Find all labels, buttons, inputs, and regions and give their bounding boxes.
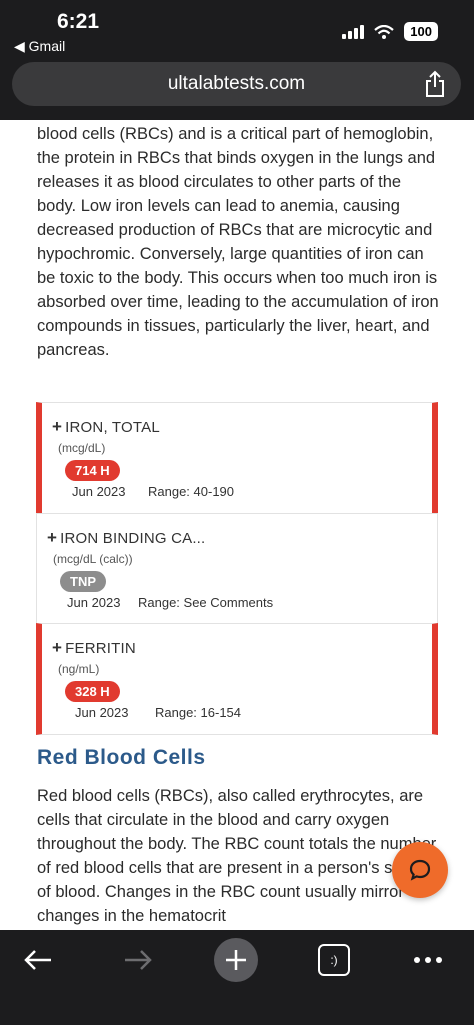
expand-icon[interactable]: + <box>52 417 62 436</box>
back-arrow-icon <box>24 950 51 970</box>
wifi-icon <box>374 24 395 39</box>
result-card-iron-binding[interactable]: + IRON BINDING CA... (mcg/dL (calc)) TNP … <box>36 513 438 625</box>
result-card-iron-total[interactable]: + IRON, TOTAL (mcg/dL) 714 H Jun 2023 Ran… <box>36 402 438 514</box>
result-name: IRON, TOTAL <box>65 419 160 436</box>
back-to-app-link[interactable]: ◀ Gmail <box>14 38 65 55</box>
forward-button[interactable] <box>118 940 158 980</box>
page-content[interactable]: blood cells (RBCs) and is a critical par… <box>0 120 474 930</box>
chat-button[interactable] <box>392 842 448 898</box>
tabs-button[interactable]: :) <box>318 944 350 976</box>
forward-arrow-icon <box>125 950 152 970</box>
status-indicators: 100 <box>342 22 438 41</box>
result-range: Range: 16-154 <box>155 705 242 720</box>
result-value-badge: TNP <box>60 571 106 592</box>
battery-indicator: 100 <box>404 22 438 41</box>
result-unit: (mcg/dL (calc)) <box>53 552 133 566</box>
result-range: Range: See Comments <box>138 595 274 610</box>
browser-top-bar: 6:21 ◀ Gmail 100 ultalabtests.com <box>0 0 474 120</box>
section-heading: Red Blood Cells <box>37 746 206 769</box>
result-title[interactable]: + IRON BINDING CA... <box>47 528 205 548</box>
result-title[interactable]: + IRON, TOTAL <box>52 417 160 437</box>
address-bar[interactable]: ultalabtests.com <box>12 62 461 106</box>
status-time: 6:21 <box>57 10 100 33</box>
section-paragraph: Red blood cells (RBCs), also called eryt… <box>37 787 438 925</box>
expand-icon[interactable]: + <box>52 638 62 657</box>
result-date: Jun 2023 <box>67 595 121 610</box>
result-name: IRON BINDING CA... <box>60 530 206 547</box>
result-unit: (mcg/dL) <box>58 441 106 455</box>
new-tab-button[interactable] <box>214 938 258 982</box>
browser-bottom-toolbar: :) <box>0 930 474 1025</box>
intro-paragraph: blood cells (RBCs) and is a critical par… <box>37 125 439 359</box>
more-icon <box>414 957 442 963</box>
plus-icon <box>226 950 246 970</box>
share-icon[interactable] <box>423 70 447 98</box>
back-button[interactable] <box>18 940 58 980</box>
result-date: Jun 2023 <box>75 705 129 720</box>
result-value-badge: 714 H <box>65 460 120 481</box>
chat-icon <box>409 859 431 881</box>
expand-icon[interactable]: + <box>47 528 57 547</box>
result-value-badge: 328 H <box>65 681 120 702</box>
result-title[interactable]: + FERRITIN <box>52 638 136 658</box>
url-text[interactable]: ultalabtests.com <box>12 73 461 95</box>
result-unit: (ng/mL) <box>58 662 100 676</box>
more-button[interactable] <box>408 940 448 980</box>
result-name: FERRITIN <box>65 640 136 657</box>
signal-icon <box>342 24 365 39</box>
result-range: Range: 40-190 <box>148 484 235 499</box>
result-date: Jun 2023 <box>72 484 126 499</box>
result-card-ferritin[interactable]: + FERRITIN (ng/mL) 328 H Jun 2023 Range: … <box>36 623 438 735</box>
